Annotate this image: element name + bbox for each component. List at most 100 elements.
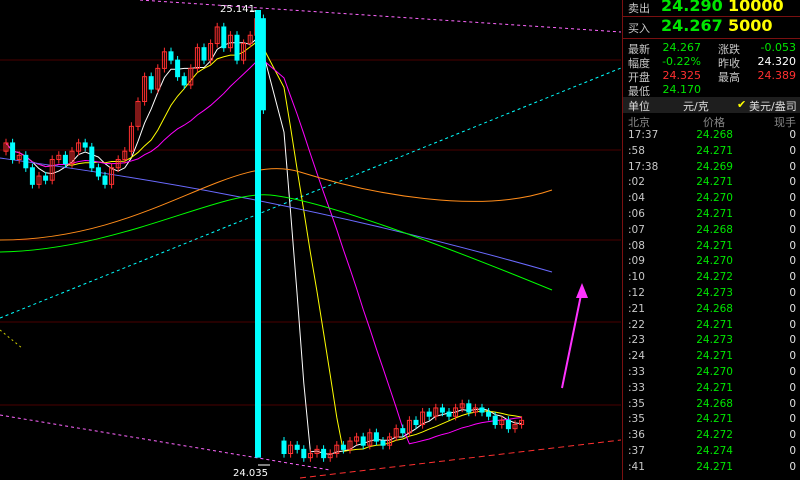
candle	[281, 440, 287, 455]
candle	[301, 448, 307, 459]
candle	[505, 419, 511, 430]
stat-value: 24.267	[662, 41, 702, 54]
divider	[623, 38, 800, 39]
tick-volume: 0	[789, 429, 796, 442]
tick-price: 24.268	[696, 302, 733, 315]
candle	[466, 403, 472, 413]
tick-row[interactable]: :12 24.273 0	[623, 287, 800, 303]
candle	[373, 432, 379, 442]
tick-row[interactable]: :36 24.272 0	[623, 429, 800, 445]
trend-lines	[0, 0, 621, 479]
tick-row[interactable]: :02 24.271 0	[623, 176, 800, 192]
tick-volume: 0	[789, 255, 796, 268]
sell-price: 24.290	[661, 0, 723, 15]
check-icon[interactable]: ✔	[737, 98, 746, 111]
tick-price: 24.270	[696, 192, 733, 205]
tick-row[interactable]: 17:38 24.269 0	[623, 161, 800, 177]
candle	[340, 444, 346, 450]
candle	[201, 47, 207, 61]
tick-row[interactable]: 17:37 24.268 0	[623, 129, 800, 145]
candle	[413, 419, 419, 426]
tick-row[interactable]: :08 24.271 0	[623, 240, 800, 256]
channel-line	[139, 0, 621, 33]
tick-volume: 0	[789, 208, 796, 220]
tick-row[interactable]: :09 24.270 0	[623, 255, 800, 271]
tick-volume: 0	[789, 287, 796, 299]
stat-value: 24.170	[662, 83, 702, 96]
stat-value: -0.053	[760, 41, 796, 54]
tick-volume: 0	[789, 144, 796, 157]
tick-price: 24.271	[696, 144, 733, 157]
tick-price: 24.271	[696, 208, 733, 220]
candle	[360, 436, 366, 446]
candle	[492, 415, 498, 426]
tick-row[interactable]: :10 24.272 0	[623, 271, 800, 287]
tick-time: :37	[628, 445, 645, 457]
tick-time: :33	[628, 381, 645, 394]
tick-row[interactable]: :22 24.271 0	[623, 319, 800, 335]
tick-time: :36	[628, 429, 645, 442]
tick-row[interactable]: :41 24.271 0	[623, 461, 800, 477]
tick-price: 24.273	[696, 287, 733, 299]
col-price-header: 价格	[703, 116, 725, 129]
tick-row[interactable]: :33 24.270 0	[623, 366, 800, 382]
tick-row[interactable]: :35 24.268 0	[623, 398, 800, 414]
stat-value: 24.325	[662, 69, 702, 82]
tick-price: 24.272	[696, 429, 733, 442]
col-vol-header: 现手	[774, 116, 796, 129]
tick-price: 24.271	[696, 350, 733, 363]
buy-row[interactable]: 买入 24.267 5000	[623, 16, 800, 39]
tick-row[interactable]: :58 24.271 0	[623, 145, 800, 161]
tick-volume: 0	[789, 445, 796, 457]
tick-row[interactable]: :24 24.271 0	[623, 350, 800, 366]
quote-panel: 卖出 24.290 10000 买入 24.267 5000 最新 24.267 涨…	[622, 0, 800, 480]
candle	[294, 444, 300, 450]
candle	[10, 142, 16, 160]
buy-label: 买入	[628, 22, 650, 35]
ma-line	[5, 59, 522, 445]
tick-time: :12	[628, 287, 645, 299]
stat-value: 24.389	[757, 69, 797, 82]
tick-row[interactable]: :35 24.271 0	[623, 413, 800, 429]
tick-volume: 0	[789, 160, 796, 173]
stat-row: 开盘 24.325 最高 24.389	[623, 69, 800, 84]
candlestick-chart[interactable]: 25.141 24.035	[0, 0, 621, 480]
tick-volume: 0	[789, 381, 796, 394]
candle	[82, 142, 88, 148]
tick-row[interactable]: :37 24.274 0	[623, 445, 800, 461]
candle	[234, 34, 240, 61]
tick-row[interactable]: :23 24.273 0	[623, 334, 800, 350]
candle	[175, 59, 181, 78]
tick-price: 24.268	[696, 397, 733, 410]
candle	[102, 175, 108, 185]
tick-time: :10	[628, 271, 645, 284]
candle	[426, 411, 432, 417]
tick-volume: 0	[789, 223, 796, 236]
ma-line	[0, 194, 553, 291]
tick-row[interactable]: :07 24.268 0	[623, 224, 800, 240]
tick-time: :21	[628, 302, 645, 315]
usd-oz-toggle-label[interactable]: 美元/盎司	[749, 98, 797, 114]
tick-time: :58	[628, 144, 645, 157]
tick-row[interactable]: :21 24.268 0	[623, 303, 800, 319]
col-time-header: 北京	[628, 116, 650, 129]
candle	[221, 26, 227, 49]
tick-price: 24.273	[696, 334, 733, 347]
tick-time: :07	[628, 223, 645, 236]
arrow-icon	[576, 283, 588, 298]
ma-line	[0, 157, 553, 273]
tick-volume: 0	[789, 460, 796, 473]
tick-price: 24.271	[696, 239, 733, 252]
candle	[95, 167, 101, 177]
tick-row[interactable]: :04 24.270 0	[623, 192, 800, 208]
tick-row[interactable]: :33 24.271 0	[623, 382, 800, 398]
tick-price: 24.272	[696, 271, 733, 284]
tick-price: 24.268	[696, 129, 733, 141]
tick-row[interactable]: :06 24.271 0	[623, 208, 800, 224]
tick-price: 24.269	[696, 160, 733, 173]
tick-volume: 0	[789, 334, 796, 347]
crash-candle	[255, 10, 261, 458]
sell-label: 卖出	[628, 2, 650, 15]
candle	[439, 407, 445, 413]
candle	[380, 440, 386, 446]
